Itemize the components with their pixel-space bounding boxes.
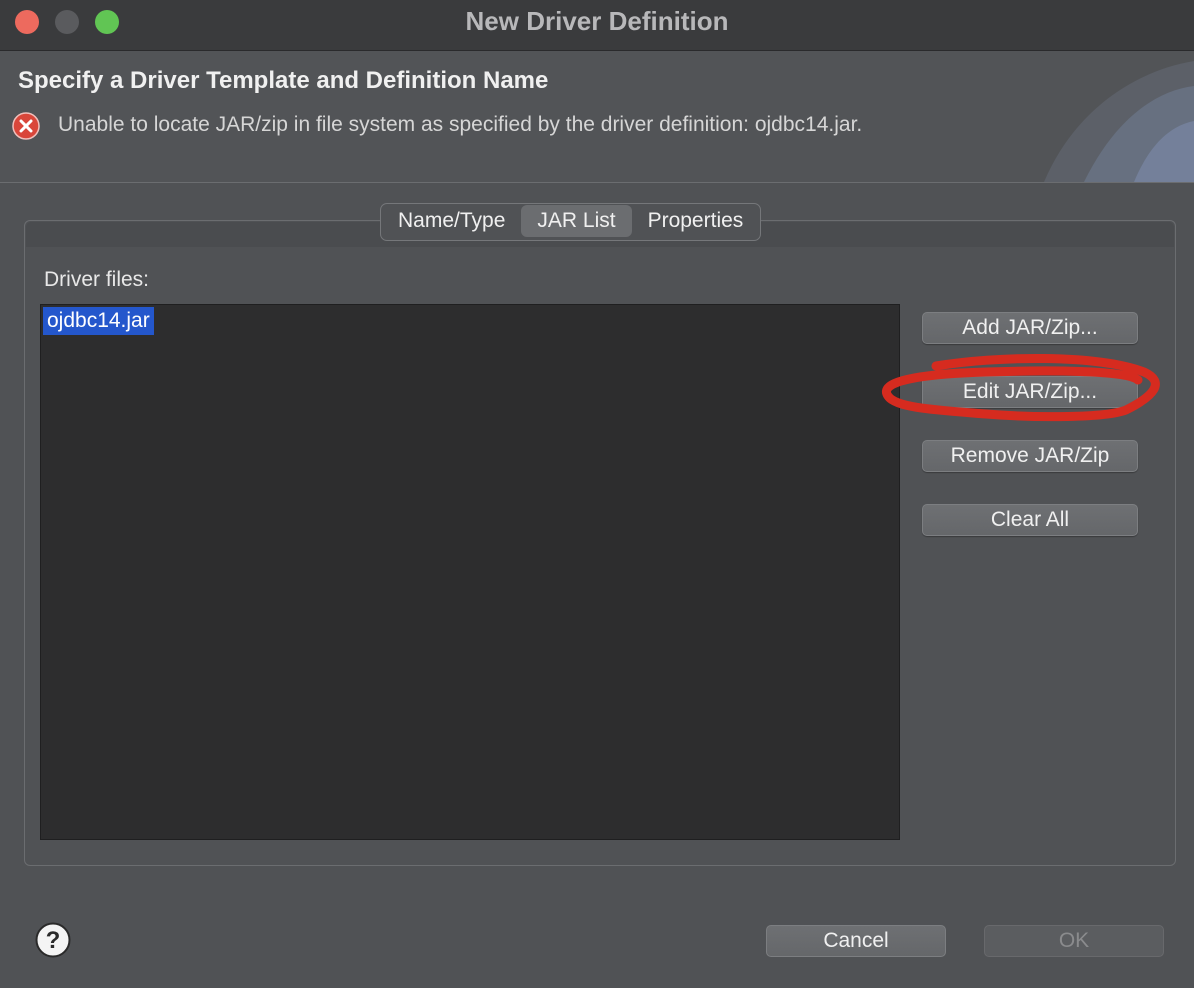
ok-button[interactable]: OK	[984, 925, 1164, 957]
tab-jar-list[interactable]: JAR List	[521, 205, 632, 237]
header-banner-graphic	[1044, 61, 1194, 182]
wizard-header: Specify a Driver Template and Definition…	[0, 51, 1194, 183]
clear-all-button[interactable]: Clear All	[922, 504, 1138, 536]
dialog-window: New Driver Definition Specify a Driver T…	[0, 0, 1194, 988]
remove-jar-button[interactable]: Remove JAR/Zip	[922, 440, 1138, 472]
svg-text:?: ?	[46, 927, 61, 954]
add-jar-button[interactable]: Add JAR/Zip...	[922, 312, 1138, 344]
driver-files-list[interactable]: ojdbc14.jar	[40, 304, 900, 840]
help-icon[interactable]: ?	[35, 922, 71, 958]
edit-jar-button[interactable]: Edit JAR/Zip...	[922, 376, 1138, 408]
tab-bar: Name/Type JAR List Properties	[380, 203, 762, 241]
title-bar: New Driver Definition	[0, 0, 1194, 51]
tab-properties[interactable]: Properties	[632, 205, 760, 237]
window-title: New Driver Definition	[465, 6, 729, 36]
driver-files-label: Driver files:	[44, 268, 150, 291]
tab-name-type[interactable]: Name/Type	[382, 205, 521, 237]
error-message: Unable to locate JAR/zip in file system …	[58, 113, 863, 136]
cancel-button[interactable]: Cancel	[766, 925, 946, 957]
page-title: Specify a Driver Template and Definition…	[18, 67, 549, 94]
error-circle-icon	[12, 112, 40, 140]
list-item[interactable]: ojdbc14.jar	[43, 307, 154, 335]
